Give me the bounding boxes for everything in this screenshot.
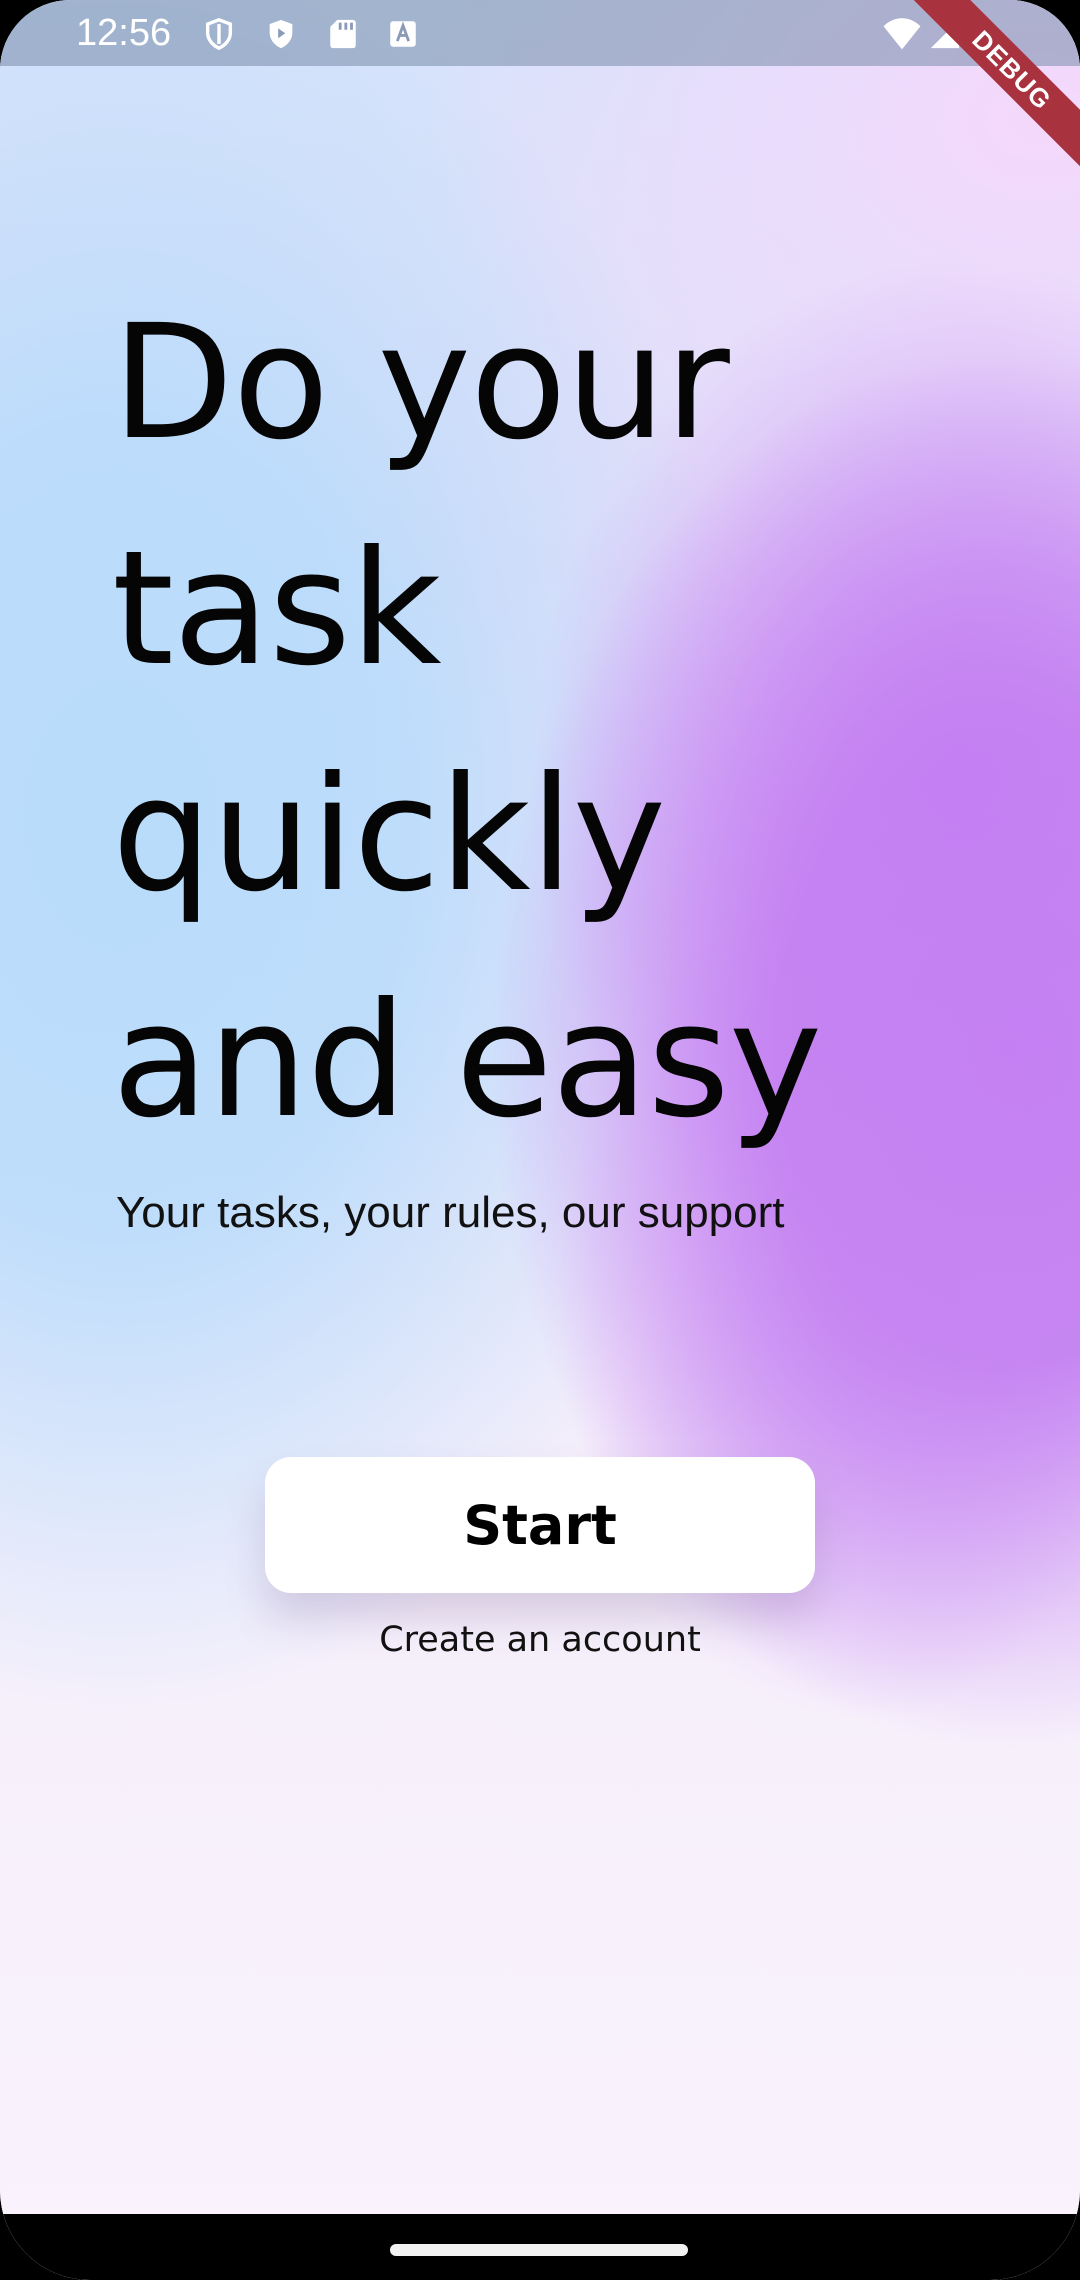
start-button[interactable]: Start [265,1457,815,1593]
headline-line-4: and easy [112,969,822,1153]
headline-line-1: Do your [112,291,730,475]
navigation-bar [0,2214,1080,2280]
play-protect-icon [264,17,298,51]
app-screen: 12:56 DEBUG Do your task quickly and eas… [0,0,1080,2280]
a-icon [386,17,420,51]
headline-line-3: quickly [112,743,666,927]
status-time: 12:56 [76,12,172,54]
subtitle: Your tasks, your rules, our support [116,1188,785,1237]
sd-card-icon [326,17,360,51]
shield-icon [202,17,236,51]
create-account-link[interactable]: Create an account [0,1620,1080,1660]
home-indicator[interactable] [390,2244,688,2256]
headline-line-2: task [112,517,442,701]
status-bar: 12:56 [0,0,1080,66]
headline: Do your task quickly and easy [112,270,992,1174]
wifi-icon [882,17,922,51]
